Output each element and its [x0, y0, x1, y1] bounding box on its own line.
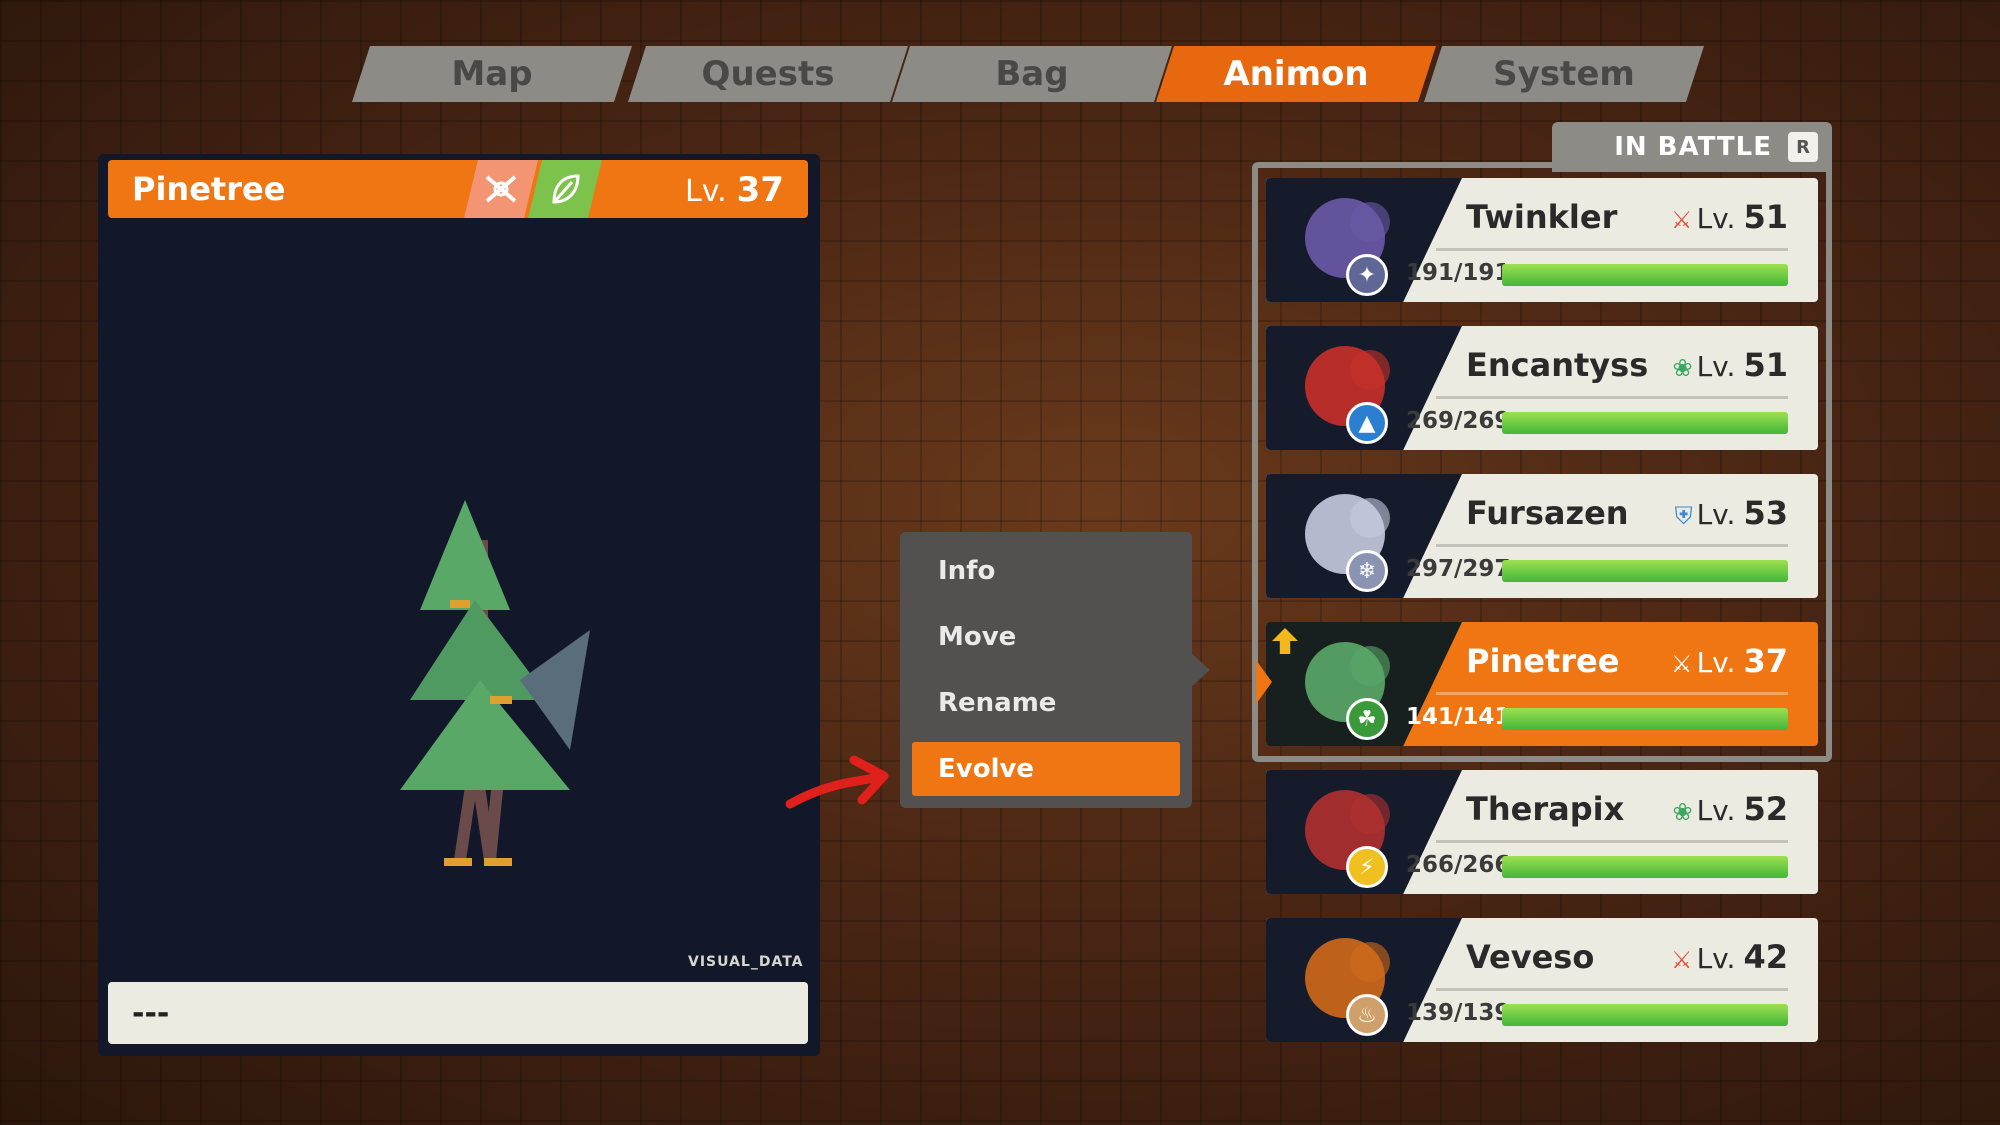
party-name: Encantyss [1466, 346, 1649, 384]
card-divider [1436, 544, 1788, 547]
party-name: Twinkler [1466, 198, 1618, 236]
in-battle-label: IN BATTLE [1614, 132, 1772, 162]
fire-element-icon: ♨ [1346, 994, 1388, 1036]
grass-element-icon: ☘ [1346, 698, 1388, 740]
hp-bar [1502, 708, 1788, 730]
defense-type-icon: ⛨ [1674, 502, 1693, 530]
party-card-fursazen[interactable]: ❄ Fursazen ⛨ Lv. 53 297/297 [1266, 474, 1818, 598]
party-hp-text: 139/139 [1406, 1000, 1511, 1026]
card-divider [1436, 396, 1788, 399]
party-name: Veveso [1466, 938, 1595, 976]
combat-type-icon [464, 160, 538, 218]
red-arrow-icon [785, 755, 889, 809]
menu-item-rename[interactable]: Rename [912, 676, 1180, 730]
hp-bar [1502, 264, 1788, 286]
party-level: ⛨ Lv. 53 [1674, 494, 1788, 532]
visual-data-tag: VISUAL_DATA [688, 954, 804, 970]
hp-bar-fill [1502, 412, 1788, 434]
tab-quests[interactable]: Quests [628, 46, 908, 102]
party-card-encantyss[interactable]: ▲ Encantyss ❀ Lv. 51 269/269 [1266, 326, 1818, 450]
tab-bag[interactable]: Bag [892, 46, 1172, 102]
hp-bar-fill [1502, 560, 1788, 582]
party-hp-text: 141/141 [1406, 704, 1511, 730]
party-card-veveso[interactable]: ♨ Veveso ⚔ Lv. 42 139/139 [1266, 918, 1818, 1042]
combat-type-icon: ⚔ [1671, 946, 1693, 974]
card-divider [1436, 840, 1788, 843]
menu-item-evolve[interactable]: Evolve [912, 742, 1180, 796]
party-name: Fursazen [1466, 494, 1629, 532]
animon-name: Pinetree [132, 170, 286, 208]
party-hp-text: 266/266 [1406, 852, 1511, 878]
party-hp-text: 297/297 [1406, 556, 1511, 582]
card-divider [1436, 692, 1788, 695]
party-card-pinetree[interactable]: ☘ Pinetree ⚔ Lv. 37 141/141 [1266, 622, 1818, 746]
support-type-icon: ❀ [1672, 798, 1693, 826]
party-level: ⚔ Lv. 37 [1671, 642, 1788, 680]
party-level: ⚔ Lv. 42 [1671, 938, 1788, 976]
menu-item-move[interactable]: Move [912, 610, 1180, 664]
r-button-icon[interactable]: R [1788, 132, 1818, 162]
party-hp-text: 269/269 [1406, 408, 1511, 434]
hp-bar-fill [1502, 856, 1788, 878]
combat-type-icon: ⚔ [1671, 206, 1693, 234]
hp-bar-fill [1502, 708, 1788, 730]
tab-map[interactable]: Map [352, 46, 632, 102]
electric-element-icon: ⚡ [1346, 846, 1388, 888]
hp-bar [1502, 412, 1788, 434]
info-text: --- [132, 995, 170, 1031]
support-type-icon: ❀ [1672, 354, 1693, 382]
context-menu: Info Move Rename Evolve [900, 532, 1192, 808]
menu-pointer-arrow [1190, 652, 1210, 688]
party-card-twinkler[interactable]: ✦ Twinkler ⚔ Lv. 51 191/191 [1266, 178, 1818, 302]
water-element-icon: ▲ [1346, 402, 1388, 444]
card-divider [1436, 248, 1788, 251]
hp-bar-fill [1502, 1004, 1788, 1026]
animon-level: Lv. 37 [684, 170, 784, 210]
animon-name-bar: Pinetree Lv. 37 [108, 160, 808, 218]
animon-info-bar: --- [108, 982, 808, 1044]
menu-item-info[interactable]: Info [912, 544, 1180, 598]
party-name: Pinetree [1466, 642, 1620, 680]
hp-bar-fill [1502, 264, 1788, 286]
combat-type-icon: ⚔ [1671, 650, 1693, 678]
hp-bar [1502, 1004, 1788, 1026]
selection-chevron-icon [1256, 660, 1272, 704]
tab-system[interactable]: System [1424, 46, 1704, 102]
party-level: ❀ Lv. 51 [1672, 346, 1788, 384]
party-hp-text: 191/191 [1406, 260, 1511, 286]
grass-leaf-icon [528, 160, 602, 218]
party-card-therapix[interactable]: ⚡ Therapix ❀ Lv. 52 266/266 [1266, 770, 1818, 894]
party-level: ❀ Lv. 52 [1672, 790, 1788, 828]
hp-bar [1502, 560, 1788, 582]
hp-bar [1502, 856, 1788, 878]
party-level: ⚔ Lv. 51 [1671, 198, 1788, 236]
ice-element-icon: ❄ [1346, 550, 1388, 592]
tab-animon[interactable]: Animon [1156, 46, 1436, 102]
card-divider [1436, 988, 1788, 991]
pinetree-creature-image [400, 500, 590, 866]
party-name: Therapix [1466, 790, 1625, 828]
fairy-element-icon: ✦ [1346, 254, 1388, 296]
